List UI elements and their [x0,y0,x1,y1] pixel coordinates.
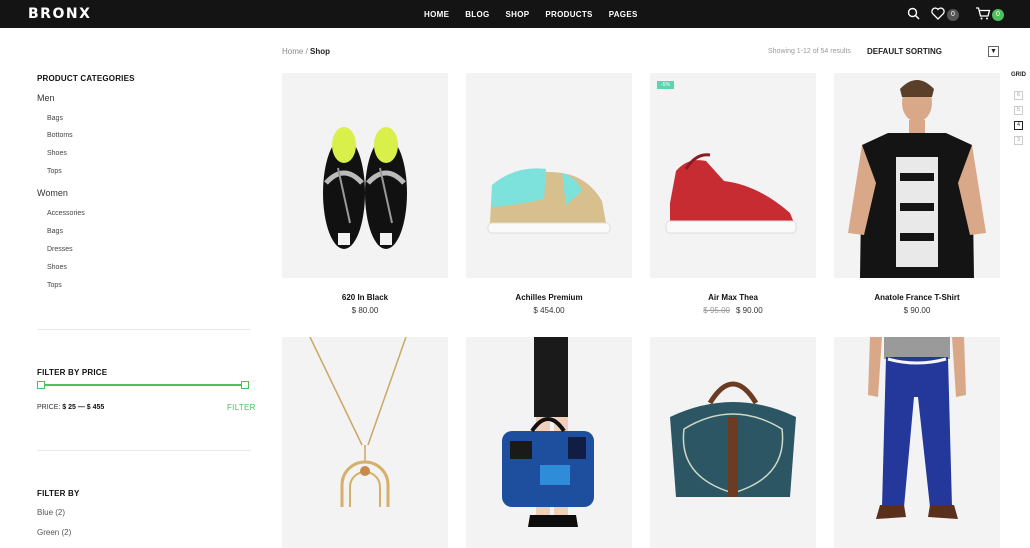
grid-option-6[interactable]: 6 [1014,91,1023,100]
trousers-model-image [868,337,966,519]
price-slider-min-handle[interactable] [37,381,45,389]
product-price-value: $ 454.00 [533,306,565,315]
grid-label: GRID [1011,72,1026,78]
category-women-bags[interactable]: Bags [47,228,63,235]
price-slider-track[interactable] [40,384,245,386]
filter-button[interactable]: FILTER [227,403,256,412]
nav-pages[interactable]: PAGES [609,10,638,19]
product-categories-title: PRODUCT CATEGORIES [37,74,135,83]
sneaker-image [487,168,611,234]
results-count: Showing 1-12 of 54 results [768,48,851,55]
grid-option-5[interactable]: 5 [1014,106,1023,115]
nav-products[interactable]: PRODUCTS [545,10,592,19]
nav-home[interactable]: HOME [424,10,449,19]
sorting-select[interactable]: DEFAULT SORTING [867,47,942,56]
product-price: $ 90.00 [834,306,1000,315]
filter-color-green[interactable]: Green (2) [37,528,71,537]
heart-icon[interactable] [931,7,945,25]
product-name[interactable]: Achilles Premium [466,293,632,302]
product-old-price: $ 95.00 [703,306,730,315]
product-price: $ 80.00 [282,306,448,315]
breadcrumb-separator: / [303,47,311,56]
category-men-bottoms[interactable]: Bottoms [47,132,73,139]
product-image[interactable] [650,337,816,548]
sidebar-divider [37,450,251,451]
category-men-tops[interactable]: Tops [47,168,62,175]
filter-by-price-title: FILTER BY PRICE [37,368,108,377]
product-image[interactable] [466,337,632,548]
breadcrumb-current: Shop [310,47,331,56]
category-women-shoes[interactable]: Shoes [47,264,67,271]
product-image[interactable] [282,73,448,278]
category-men-bags[interactable]: Bags [47,115,63,122]
sneaker-pair-image [323,127,407,249]
product-price-value: $ 80.00 [351,306,379,315]
sale-badge: -5% [657,81,674,89]
breadcrumb-home[interactable]: Home [282,47,303,56]
tennis-bag-image [670,381,796,497]
grid-option-4[interactable]: 4 [1014,121,1023,130]
cart-icon[interactable] [975,7,991,25]
product-image[interactable] [466,73,632,278]
product-image[interactable] [834,73,1000,278]
price-label: PRICE: [37,404,61,411]
duffel-bag-model-image [502,337,594,527]
top-navbar: BRONX HOME BLOG SHOP PRODUCTS PAGES 0 0 [0,0,1030,28]
filter-by-title: FILTER BY [37,489,80,498]
product-price: $ 454.00 [466,306,632,315]
product-name[interactable]: Air Max Thea [650,293,816,302]
product-image[interactable] [834,337,1000,548]
category-women-tops[interactable]: Tops [47,282,62,289]
product-name[interactable]: Anatole France T-Shirt [834,293,1000,302]
category-women[interactable]: Women [37,188,68,198]
product-name[interactable]: 620 In Black [282,293,448,302]
category-women-dresses[interactable]: Dresses [47,246,73,253]
category-women-accessories[interactable]: Accessories [47,210,85,217]
tshirt-model-image [848,80,986,278]
category-men-shoes[interactable]: Shoes [47,150,67,157]
price-slider-max-handle[interactable] [241,381,249,389]
necklace-image [309,337,407,507]
wishlist-count-badge: 0 [947,9,959,21]
chevron-down-icon[interactable]: ▼ [988,46,999,57]
breadcrumb: Home / Shop [282,47,330,56]
filter-color-blue[interactable]: Blue (2) [37,508,65,517]
product-image[interactable]: -5% [650,73,816,278]
cart-count-badge: 0 [992,9,1004,21]
price-range-value: $ 25 — $ 455 [62,404,105,411]
main-nav: HOME BLOG SHOP PRODUCTS PAGES [424,10,654,19]
product-price-value: $ 90.00 [736,306,763,315]
nav-shop[interactable]: SHOP [506,10,530,19]
product-price-value: $ 90.00 [903,306,931,315]
grid-option-3[interactable]: 3 [1014,136,1023,145]
product-price: $ 95.00 $ 90.00 [650,306,816,315]
search-icon[interactable] [907,7,920,25]
category-men[interactable]: Men [37,93,55,103]
sidebar-divider [37,329,251,330]
brand-logo[interactable]: BRONX [28,6,91,22]
nav-blog[interactable]: BLOG [465,10,489,19]
product-image[interactable] [282,337,448,548]
sneaker-image [665,153,797,234]
price-range-text: PRICE: $ 25 — $ 455 [37,404,104,411]
